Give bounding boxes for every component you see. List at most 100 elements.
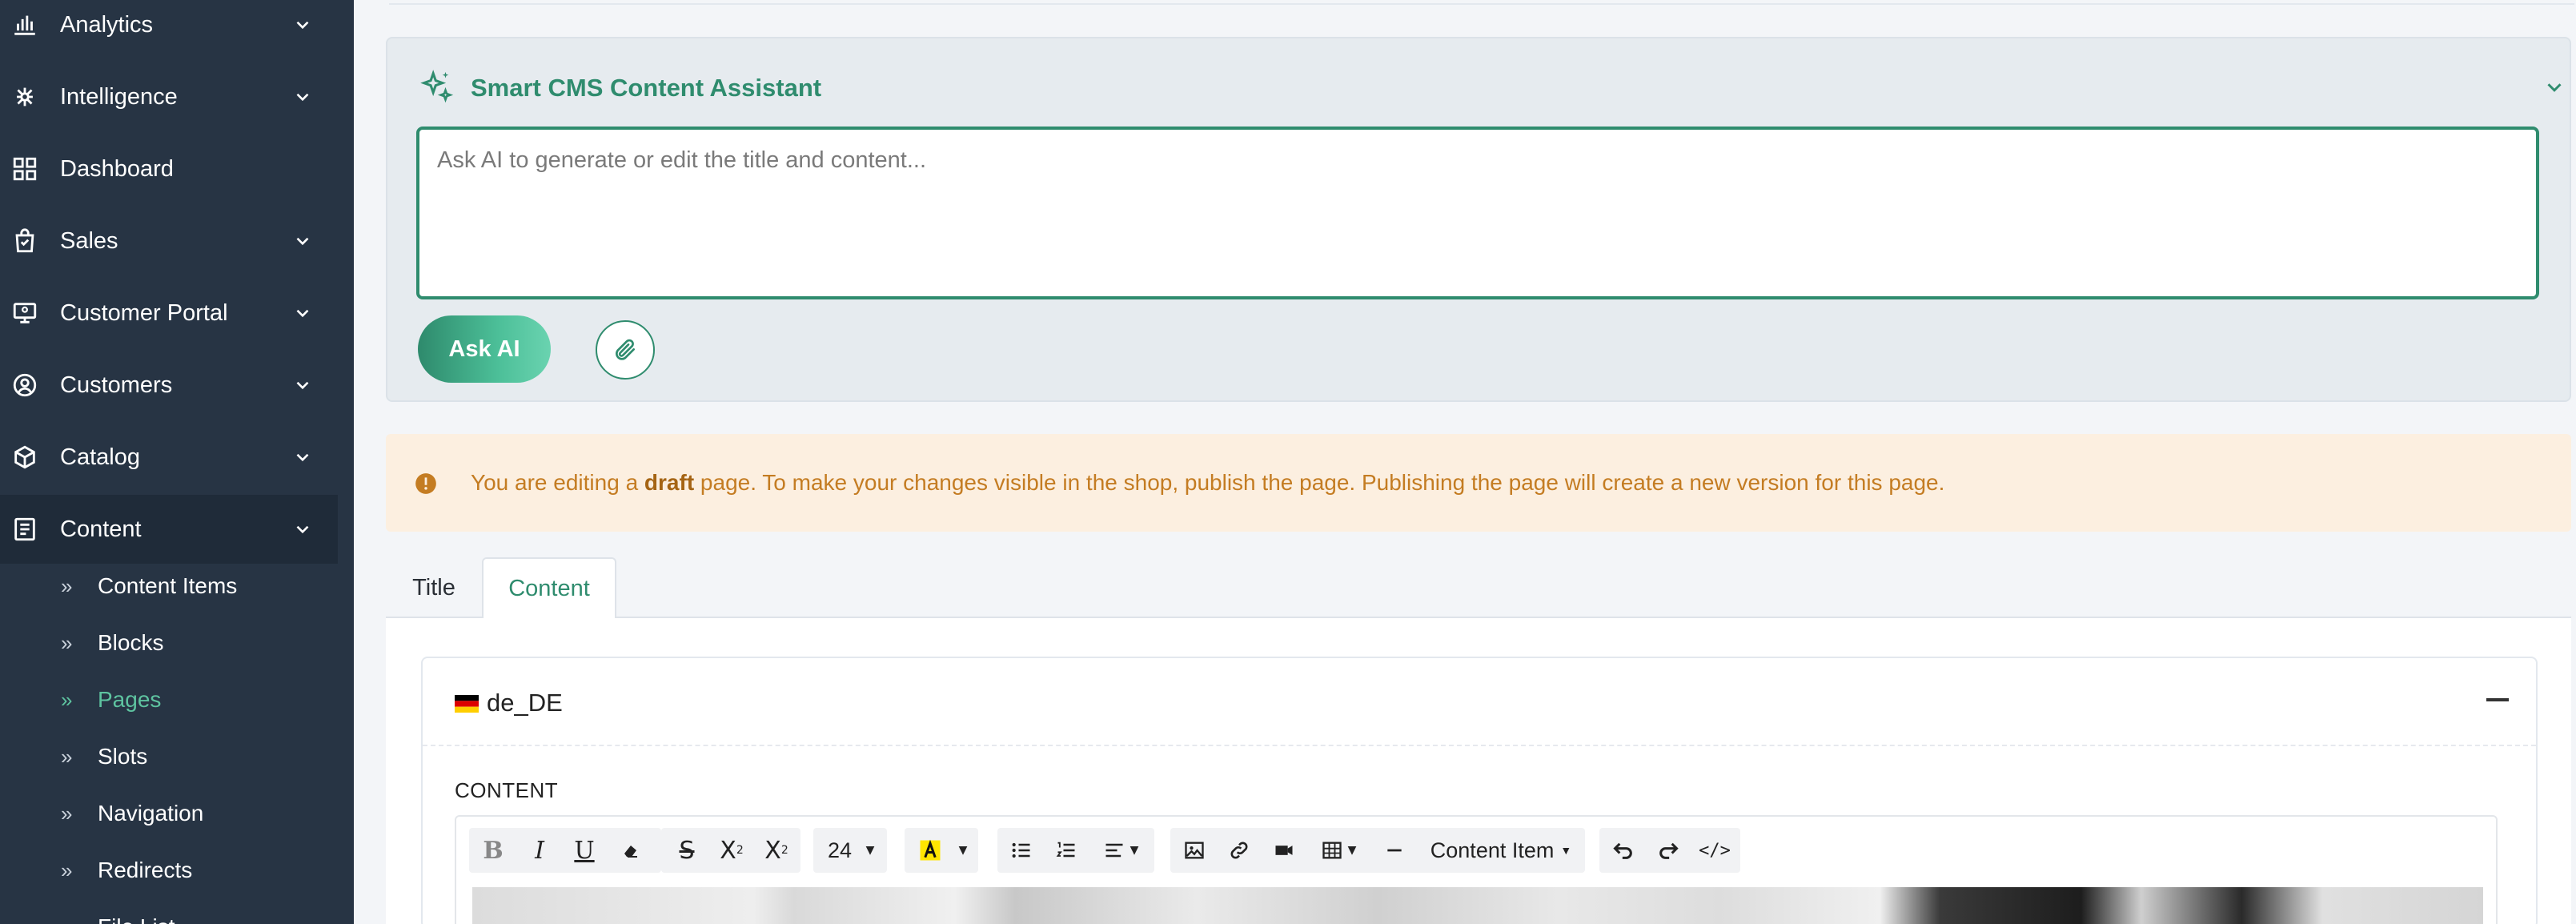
sidebar-item-label: Dashboard	[60, 155, 174, 182]
main-content: Smart CMS Content Assistant Ask AI You a…	[354, 0, 2576, 924]
editor-toolbar: B I U S X2 X2 24 ▼ ▼ ▼ ▼ Content Item ▼ …	[456, 817, 2499, 884]
notice-text-prefix: You are editing a	[471, 470, 644, 495]
caret-down-icon: ▼	[1130, 844, 1139, 857]
box-icon	[11, 444, 38, 471]
chevron-down-icon[interactable]	[2542, 75, 2566, 99]
sidebar-subitem-label: File List	[98, 914, 175, 924]
chevron-down-icon	[292, 519, 313, 540]
draft-notice: You are editing a draft page. To make yo…	[386, 434, 2571, 532]
video-icon[interactable]	[1263, 828, 1305, 873]
tab-title[interactable]: Title	[386, 557, 482, 618]
notice-text-bold: draft	[644, 470, 695, 495]
sidebar-item-content[interactable]: Content	[0, 495, 338, 564]
sidebar-subitem-label: Blocks	[98, 630, 164, 655]
monitor-icon	[11, 299, 38, 327]
image-icon[interactable]	[1174, 828, 1215, 873]
sidebar-subitem-file-list[interactable]: » File List	[0, 903, 354, 924]
superscript-icon[interactable]: X2	[711, 828, 752, 873]
subscript-icon[interactable]: X2	[756, 828, 797, 873]
sidebar-item-customers[interactable]: Customers	[0, 351, 338, 420]
sidebar-subitem-redirects[interactable]: » Redirects	[0, 846, 354, 894]
code-view-icon[interactable]: </>	[1692, 828, 1737, 873]
font-size-dropdown[interactable]: 24 ▼	[813, 828, 887, 873]
caret-down-icon: ▼	[1347, 844, 1357, 857]
toolbar-group-insert: ▼ Content Item ▼	[1170, 828, 1585, 873]
locale-card: de_DE CONTENT B I U S X2 X2 24 ▼ ▼ ▼ ▼ C…	[421, 657, 2538, 924]
horizontal-rule-icon[interactable]	[1374, 828, 1415, 873]
sidebar-subitem-pages[interactable]: » Pages	[0, 676, 354, 724]
ai-prompt-input[interactable]	[416, 127, 2539, 299]
highlight-color-dropdown[interactable]: ▼	[905, 828, 978, 873]
sidebar-subitem-blocks[interactable]: » Blocks	[0, 619, 354, 667]
tab-content[interactable]: Content	[482, 557, 616, 620]
sidebar-subitem-label: Content Items	[98, 573, 238, 598]
numbered-list-icon[interactable]	[1045, 828, 1087, 873]
sidebar-subitem-slots[interactable]: » Slots	[0, 733, 354, 781]
bar-chart-icon	[11, 11, 38, 38]
sidebar-item-intelligence[interactable]: Intelligence	[0, 62, 338, 131]
double-chevron-right-icon: »	[61, 858, 73, 882]
sidebar-subitem-label: Pages	[98, 687, 162, 712]
sidebar-item-dashboard[interactable]: Dashboard	[0, 135, 338, 203]
content-field-label: CONTENT	[455, 778, 559, 802]
sidebar-item-label: Customer Portal	[60, 299, 228, 326]
sidebar-item-label: Intelligence	[60, 83, 178, 110]
ai-assistant-panel: Smart CMS Content Assistant Ask AI	[386, 37, 2571, 402]
collapse-icon[interactable]	[2486, 698, 2509, 701]
info-circle-icon	[415, 472, 437, 495]
chevron-down-icon	[292, 231, 313, 251]
sidebar-item-customer-portal[interactable]: Customer Portal	[0, 279, 338, 348]
underline-icon[interactable]: U	[564, 828, 605, 873]
page-tabs: Title Content	[386, 557, 2571, 620]
sidebar-item-sales[interactable]: Sales	[0, 207, 338, 275]
rich-text-editor: B I U S X2 X2 24 ▼ ▼ ▼ ▼ Content Item ▼ …	[455, 815, 2498, 924]
attach-file-button[interactable]	[596, 320, 655, 380]
chevron-down-icon	[292, 14, 313, 35]
toolbar-group-history: </>	[1599, 828, 1740, 873]
paperclip-icon	[616, 339, 635, 360]
sparkles-icon	[418, 69, 455, 106]
double-chevron-right-icon: »	[61, 744, 73, 769]
bold-icon[interactable]: B	[472, 828, 514, 873]
double-chevron-right-icon: »	[61, 630, 73, 655]
toolbar-group-script: S X2 X2	[661, 828, 800, 873]
divider	[423, 745, 2536, 746]
sidebar-subitem-label: Redirects	[98, 858, 193, 882]
ask-ai-button[interactable]: Ask AI	[418, 315, 551, 383]
link-icon[interactable]	[1218, 828, 1260, 873]
sidebar-subitem-content-items[interactable]: » Content Items	[0, 562, 354, 610]
sidebar-subitem-navigation[interactable]: » Navigation	[0, 789, 354, 838]
bullet-list-icon[interactable]	[1001, 828, 1042, 873]
sidebar-item-analytics[interactable]: Analytics	[0, 0, 338, 59]
sidebar-item-label: Content	[60, 516, 142, 542]
chevron-down-icon	[292, 447, 313, 468]
sidebar-item-catalog[interactable]: Catalog	[0, 423, 338, 492]
notice-text-suffix: page. To make your changes visible in th…	[694, 470, 1945, 495]
sidebar-item-label: Customers	[60, 372, 173, 398]
eraser-icon[interactable]	[610, 828, 652, 873]
double-chevron-right-icon: »	[61, 573, 73, 598]
german-flag-icon	[455, 695, 479, 713]
content-item-dropdown[interactable]: Content Item ▼	[1418, 828, 1583, 873]
sidebar-subitem-label: Navigation	[98, 801, 204, 826]
strikethrough-icon[interactable]: S	[666, 828, 708, 873]
grid-icon	[11, 155, 38, 183]
double-chevron-right-icon: »	[61, 915, 72, 924]
chevron-down-icon	[292, 303, 313, 323]
redo-icon[interactable]	[1647, 828, 1689, 873]
font-size-value: 24	[827, 838, 853, 862]
locale-label: de_DE	[487, 689, 563, 717]
chevron-down-icon	[292, 375, 313, 396]
table-dropdown[interactable]: ▼	[1308, 828, 1369, 873]
editor-content-image[interactable]	[472, 887, 2483, 924]
double-chevron-right-icon: »	[61, 687, 73, 712]
highlight-icon	[909, 828, 951, 873]
caret-down-icon: ▼	[1560, 844, 1572, 857]
italic-icon[interactable]: I	[519, 828, 560, 873]
sidebar-subitem-label: Slots	[98, 744, 148, 769]
shopping-bag-icon	[11, 227, 38, 255]
toolbar-group-format: B I U	[469, 828, 661, 873]
align-dropdown[interactable]: ▼	[1090, 828, 1151, 873]
undo-icon[interactable]	[1603, 828, 1644, 873]
caret-down-icon: ▼	[958, 844, 968, 857]
